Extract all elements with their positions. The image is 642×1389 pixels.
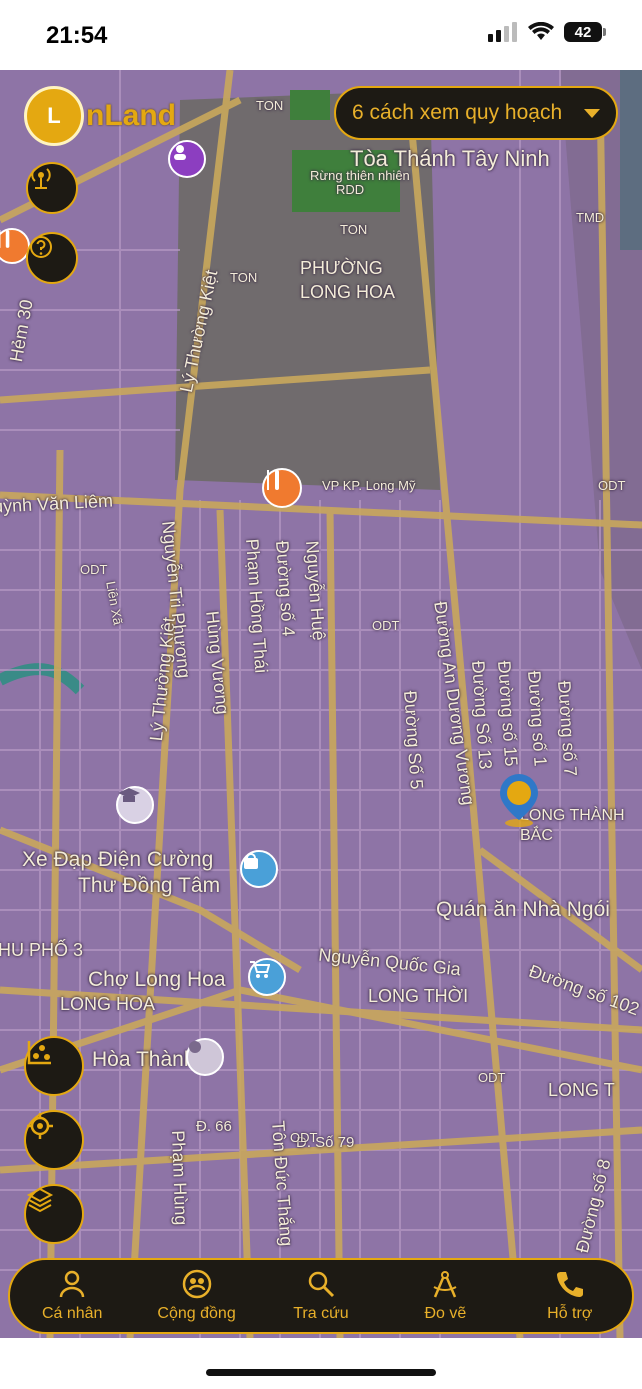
- app-logo[interactable]: L nLand: [24, 86, 176, 146]
- nav-support-label: Hỗ trợ: [547, 1305, 593, 1322]
- logo-text: nLand: [86, 99, 176, 132]
- map-pin-icon: [500, 774, 538, 827]
- map-label-tmd: TMD: [576, 210, 605, 225]
- map-label-odt-4: ODT: [290, 1130, 318, 1145]
- chevron-down-icon: [584, 108, 600, 118]
- nav-community-label: Cộng đồng: [157, 1305, 236, 1322]
- battery-icon: 42: [564, 22, 606, 42]
- pin-icon: [189, 1041, 201, 1053]
- help-button[interactable]: [26, 232, 78, 284]
- map-label-xe-dap: Xe Đạp Điện Cường: [22, 848, 214, 871]
- map-label-d66: Đ. 66: [196, 1118, 232, 1135]
- map-label-pham-hung: Phạm Hùng: [168, 1130, 192, 1226]
- nav-measure-label: Đo vẽ: [424, 1305, 467, 1322]
- bottom-nav: Cá nhân Cộng đồng Tra cứu Đo vẽ Hỗ trợ: [8, 1258, 634, 1334]
- school-icon: [118, 788, 140, 802]
- restaurant-icon: [267, 470, 279, 490]
- map-view[interactable]: Tòa Thánh Tây Ninh PHƯỜNG LONG HOA Rừng …: [0, 70, 642, 1338]
- layers-icon: [26, 1187, 54, 1213]
- poi-place[interactable]: [186, 1038, 224, 1076]
- map-label-cho-long-hoa: Chợ Long Hoa: [88, 968, 226, 991]
- person-icon: [59, 1270, 85, 1298]
- plan-view-dropdown[interactable]: 6 cách xem quy hoạch: [334, 86, 618, 140]
- map-label-khu-pho-3: KHU PHỐ 3: [0, 940, 84, 960]
- map-label-odt-3: ODT: [372, 618, 400, 633]
- poi-school[interactable]: [116, 786, 154, 824]
- nav-measure[interactable]: Đo vẽ: [390, 1269, 500, 1323]
- map-label-long-thoi: LONG THỜI: [368, 986, 469, 1006]
- map-label-phuong: PHƯỜNG: [300, 258, 383, 278]
- poi-market[interactable]: [248, 958, 286, 996]
- map-label-quan-an: Quán ăn Nhà Ngói: [436, 898, 610, 921]
- status-time: 21:54: [46, 22, 108, 49]
- signal-icon: [488, 22, 517, 42]
- map-label-long-hoa: LONG HOA: [300, 282, 396, 302]
- map-label-thu-dong-tam: Thư Đồng Tâm: [78, 874, 221, 897]
- plan-view-label: 6 cách xem quy hoạch: [352, 101, 563, 124]
- status-icons: 42: [488, 22, 606, 42]
- chart-button[interactable]: [24, 1036, 84, 1096]
- phone-icon: [556, 1272, 583, 1297]
- nav-personal[interactable]: Cá nhân: [17, 1269, 127, 1323]
- map-label-long-t: LONG T: [548, 1080, 615, 1100]
- map-label-vp-kp: VP KP. Long Mỹ: [322, 478, 416, 493]
- nav-support[interactable]: Hỗ trợ: [515, 1269, 625, 1323]
- broadcast-icon: [31, 168, 51, 189]
- status-bar: 21:54 42: [0, 0, 642, 70]
- cart-icon: [250, 961, 270, 978]
- map-label-odt-5: ODT: [478, 1070, 506, 1085]
- map-label-long-hoa-2: LONG HOA: [60, 994, 156, 1014]
- poi-restaurant[interactable]: [262, 468, 302, 508]
- map-label-ton-2: TON: [340, 222, 368, 237]
- logo-mark: L: [24, 86, 84, 146]
- location-pin[interactable]: [496, 772, 542, 828]
- map-label-hoa-thanh: Hòa Thành: [92, 1048, 196, 1071]
- map-label-odt-1: ODT: [598, 478, 626, 493]
- nav-search-label: Tra cứu: [293, 1305, 349, 1322]
- map-label-rung: Rừng thiên nhiên: [310, 168, 410, 183]
- map-label-rdd: RDD: [336, 182, 365, 197]
- poi-shop[interactable]: [240, 850, 278, 888]
- nav-personal-label: Cá nhân: [41, 1305, 103, 1322]
- broadcast-button[interactable]: [26, 162, 78, 214]
- crosshair-icon: [27, 1113, 53, 1139]
- measure-icon: [433, 1271, 457, 1298]
- community-icon: [182, 1269, 211, 1299]
- map-label-ton-1: TON: [256, 98, 284, 113]
- nav-community[interactable]: Cộng đồng: [142, 1269, 252, 1323]
- layers-button[interactable]: [24, 1184, 84, 1244]
- nav-search[interactable]: Tra cứu: [266, 1269, 376, 1323]
- chart-icon: [27, 1041, 51, 1065]
- wifi-icon: [528, 22, 554, 40]
- restaurant-icon: [0, 230, 10, 248]
- map-label-odt-2: ODT: [80, 562, 108, 577]
- help-icon: [30, 236, 52, 258]
- shopping-bag-icon: [244, 853, 258, 869]
- home-indicator[interactable]: [206, 1369, 436, 1376]
- my-location-button[interactable]: [24, 1110, 84, 1170]
- search-icon: [308, 1271, 335, 1298]
- map-label-ton-3: TON: [230, 270, 258, 285]
